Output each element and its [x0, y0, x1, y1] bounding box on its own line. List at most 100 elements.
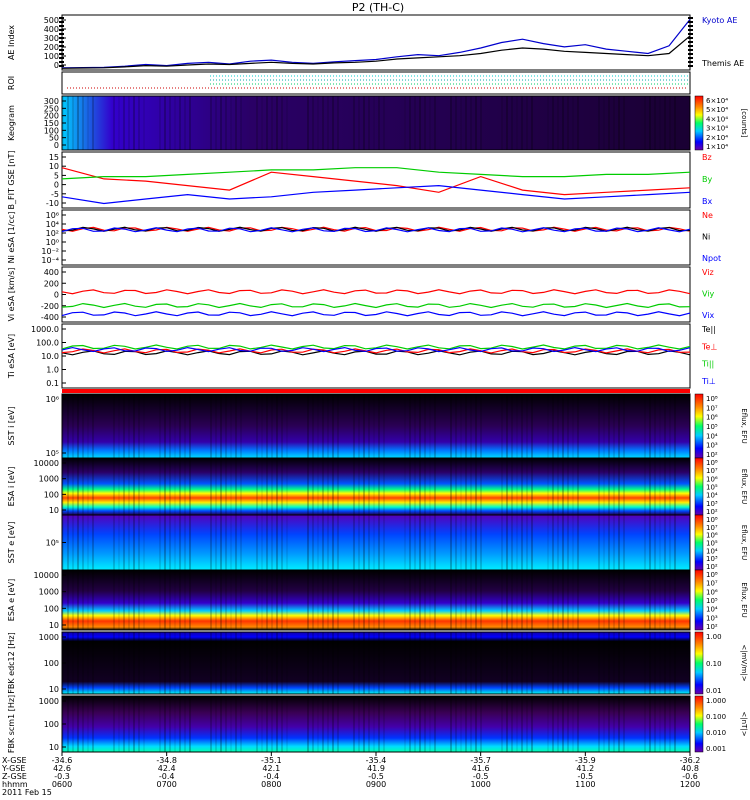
xaxis-value: 1200 [680, 780, 700, 789]
colorbar-esa_i [694, 457, 704, 516]
spectrogram-streak [674, 458, 676, 515]
spectrogram-streak [526, 96, 528, 150]
spectrogram-streak [230, 632, 232, 694]
spectrogram-streak [378, 394, 380, 458]
spectrogram-streak [230, 458, 232, 515]
spectrogram-streak [210, 515, 212, 570]
panel-vi: Vi eSA [km/s] 400 200 0 -200 -400 Viz Viy Vix [7, 266, 715, 323]
spectrogram-streak [475, 515, 477, 570]
spectrogram-streak [434, 696, 436, 752]
spectrogram-streak [572, 696, 574, 752]
ytick-label: 1.0 [46, 366, 59, 375]
panel-esa_e-ylabel: ESA e [eV] [7, 579, 16, 621]
spectrogram-streak [567, 96, 569, 150]
spectrogram-streak [562, 96, 564, 150]
ytick-label: 1000 [39, 633, 59, 642]
spectrogram-streak [174, 394, 176, 458]
spectrogram-streak [404, 394, 406, 458]
spectrogram-streak [434, 515, 436, 570]
spectrogram-streak [77, 96, 79, 150]
spectrogram-streak [72, 394, 74, 458]
panel-fbk1-spectrogram [62, 632, 690, 694]
spectrogram-streak [577, 394, 579, 458]
spectrogram-streak [644, 394, 646, 458]
spectrogram-streak [159, 570, 161, 630]
panel-stack: AE Index5004003002001000Kyoto AEThemis A… [7, 14, 748, 753]
spectrogram-streak [567, 696, 569, 752]
spectrogram-streak [276, 96, 278, 150]
spectrogram-streak [322, 570, 324, 630]
colorbar-tick: 10³ [706, 500, 718, 508]
spectrogram-streak [113, 515, 115, 570]
spectrogram-streak [133, 632, 135, 694]
spectrogram-streak [521, 96, 523, 150]
spectrogram-streak [128, 394, 130, 458]
spectrogram-streak [138, 632, 140, 694]
spectrogram-streak [521, 458, 523, 515]
colorbar-tick: 10⁴ [706, 547, 718, 555]
spectrogram-streak [613, 570, 615, 630]
spectrogram-streak [424, 632, 426, 694]
spectrogram-streak [572, 570, 574, 630]
spectrogram-streak [557, 96, 559, 150]
colorbar-tick: 3×10⁴ [706, 125, 728, 133]
spectrogram-streak [123, 515, 125, 570]
spectrogram-streak [327, 632, 329, 694]
spectrogram-streak [281, 696, 283, 752]
spectrogram-streak [404, 96, 406, 150]
spectrogram-streak [450, 394, 452, 458]
spectrogram-streak [516, 570, 518, 630]
spectrogram-streak [475, 570, 477, 630]
ytick-label: 1000 [39, 697, 59, 706]
colorbar-tick: 10⁵ [706, 484, 718, 492]
spectrogram-streak [669, 394, 671, 458]
spectrogram-streak [169, 515, 171, 570]
spectrogram-streak [281, 394, 283, 458]
xaxis-value: 0900 [366, 780, 386, 789]
spectrogram-streak [240, 96, 242, 150]
spectrogram-streak [164, 458, 166, 515]
spectrogram-streak [179, 515, 181, 570]
spectrogram-streak [547, 515, 549, 570]
spectrogram-streak [669, 696, 671, 752]
spectrogram-streak [613, 394, 615, 458]
spectrogram-streak [562, 570, 564, 630]
spectrogram-streak [281, 632, 283, 694]
colorbar-tick: 10⁶ [706, 532, 718, 540]
spectrogram-streak [562, 632, 564, 694]
spectrogram-streak [383, 96, 385, 150]
spectrogram-streak [337, 570, 339, 630]
xaxis-value: 1100 [575, 780, 595, 789]
spectrogram-streak [317, 96, 319, 150]
legend-Vix: Vix [702, 311, 715, 320]
spectrogram-streak [210, 96, 212, 150]
spectrogram-streak [123, 394, 125, 458]
colorbar-tick: 0.100 [706, 713, 726, 721]
spectrogram-streak [271, 570, 273, 630]
panel-ni-ylabel: Ni eSA [1/cc] [7, 212, 16, 264]
colorbar-keogram [694, 95, 704, 151]
spectrogram-streak [92, 458, 94, 515]
spectrogram-streak [261, 458, 263, 515]
panel-sst_i: SST i [eV]10⁶10⁵10⁸10⁷10⁶10⁵10⁴10³10²Efl… [7, 393, 748, 459]
spectrogram-streak [414, 570, 416, 630]
spectrogram-streak [404, 696, 406, 752]
spectrogram-streak [133, 570, 135, 630]
colorbar-tick: 10⁵ [706, 540, 718, 548]
spectrogram-streak [618, 394, 620, 458]
spectrogram-streak [92, 515, 94, 570]
spectrogram-streak [378, 515, 380, 570]
spectrogram-streak [547, 96, 549, 150]
spectrogram-streak [521, 570, 523, 630]
spectrogram-streak [363, 696, 365, 752]
colorbar-tick: 10⁷ [706, 580, 718, 588]
spectrogram-streak [480, 515, 482, 570]
spectrogram-streak [281, 458, 283, 515]
ytick-label: 100 [44, 720, 59, 729]
spectrogram-streak [240, 696, 242, 752]
spectrogram-streak [215, 96, 217, 150]
spectrogram-streak [659, 570, 661, 630]
spectrogram-streak [562, 696, 564, 752]
spectrogram-streak [210, 570, 212, 630]
spectrogram-streak [322, 96, 324, 150]
